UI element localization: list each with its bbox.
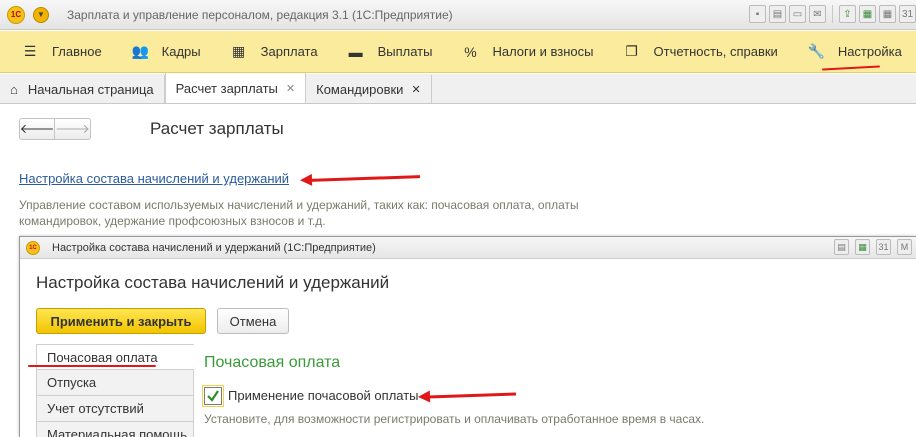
section-salary[interactable]: ▦ Зарплата <box>231 43 318 60</box>
app-logo-icon: 1С <box>26 240 40 255</box>
calculator-icon[interactable]: ▦ <box>879 5 896 23</box>
annotation-arrow-checkbox <box>427 392 517 399</box>
calculator-icon: ▦ <box>232 43 246 59</box>
hourly-pay-checkbox[interactable] <box>202 385 224 407</box>
side-item-vacations[interactable]: Отпуска <box>36 370 194 396</box>
tab-home[interactable]: ⌂ Начальная страница <box>0 75 165 103</box>
home-icon: ⌂ <box>10 81 18 97</box>
spreadsheet-icon[interactable]: ▦ <box>859 5 876 23</box>
memory-icon[interactable]: M <box>897 239 912 255</box>
title-bar: 1С ▼ Зарплата и управление персоналом, р… <box>0 0 916 30</box>
app-logo-icon: 1С <box>7 5 25 24</box>
section-reports[interactable]: ❐ Отчетность, справки <box>624 43 778 60</box>
side-item-financial-aid[interactable]: Материальная помощь <box>36 422 194 437</box>
wallet-icon: ▬ <box>348 43 363 60</box>
annotation-underline-hourly <box>28 365 156 367</box>
apply-and-close-button[interactable]: Применить и закрыть <box>36 308 206 334</box>
checkmark-icon <box>207 390 219 402</box>
save-icon[interactable]: ▪ <box>749 5 766 23</box>
annotation-arrow-link <box>309 175 421 182</box>
dialog-title-bar: 1С Настройка состава начислений и удержа… <box>20 237 916 259</box>
close-icon[interactable]: ✕ <box>411 83 420 96</box>
preview-icon[interactable]: ▭ <box>789 5 806 23</box>
section-hr[interactable]: 👥 Кадры <box>132 43 201 60</box>
main-menu-button[interactable]: ▼ <box>33 6 49 23</box>
section-taxes[interactable]: % Налоги и взносы <box>462 44 593 60</box>
cancel-button[interactable]: Отмена <box>217 308 289 334</box>
calendar-icon[interactable]: 31 <box>876 239 891 255</box>
upload-icon[interactable]: ⇪ <box>839 5 856 23</box>
print-icon[interactable]: ▤ <box>769 5 786 23</box>
spreadsheet-icon[interactable]: ▦ <box>855 239 870 255</box>
hamburger-icon: ☰ <box>23 43 37 59</box>
sections-bar: ☰ Главное 👥 Кадры ▦ Зарплата ▬ Выплаты %… <box>0 31 916 73</box>
percent-icon: % <box>464 43 477 60</box>
reports-icon: ❐ <box>625 43 638 59</box>
tab-bar: ⌂ Начальная страница Расчет зарплаты ✕ К… <box>0 73 916 104</box>
dialog-window-title: Настройка состава начислений и удержаний… <box>52 241 376 254</box>
app-title: Зарплата и управление персоналом, редакц… <box>67 7 453 22</box>
forward-button[interactable]: 🡒 <box>55 118 91 140</box>
toolbar-separator <box>832 5 833 23</box>
settings-description: Управление составом используемых начисле… <box>19 198 579 228</box>
print-icon[interactable]: ▤ <box>834 239 849 255</box>
section-main[interactable]: ☰ Главное <box>22 43 102 60</box>
title-toolbar: ▪ ▤ ▭ ✉ ⇪ ▦ ▦ 31 <box>749 5 916 23</box>
people-icon: 👥 <box>131 43 150 59</box>
section-settings[interactable]: 🔧 Настройка <box>808 43 902 60</box>
side-item-absences[interactable]: Учет отсутствий <box>36 396 194 422</box>
accruals-settings-link[interactable]: Настройка состава начислений и удержаний <box>19 171 289 186</box>
close-icon[interactable]: ✕ <box>286 82 295 95</box>
accruals-settings-dialog: 1С Настройка состава начислений и удержа… <box>19 236 916 437</box>
back-button[interactable]: 🡐 <box>19 118 55 140</box>
dialog-heading: Настройка состава начислений и удержаний <box>36 273 390 292</box>
section-payments[interactable]: ▬ Выплаты <box>348 44 433 60</box>
dialog-toolbar: ▤ ▦ 31 M <box>834 239 912 255</box>
history-navigation: 🡐 🡒 <box>19 118 91 140</box>
tab-salary-calc[interactable]: Расчет зарплаты ✕ <box>164 73 307 103</box>
checkbox-description: Установите, для возможности регистрирова… <box>204 412 705 426</box>
settings-groups-list: Почасовая оплата Отпуска Учет отсутствий… <box>36 344 194 437</box>
calendar-icon[interactable]: 31 <box>899 5 916 23</box>
email-icon[interactable]: ✉ <box>809 5 826 23</box>
group-title: Почасовая оплата <box>204 354 341 371</box>
page-title: Расчет зарплаты <box>150 119 284 138</box>
tab-business-trips[interactable]: Командировки ✕ <box>306 75 432 103</box>
wrench-icon: 🔧 <box>807 43 826 59</box>
hourly-pay-checkbox-label[interactable]: Применение почасовой оплаты <box>228 388 419 403</box>
